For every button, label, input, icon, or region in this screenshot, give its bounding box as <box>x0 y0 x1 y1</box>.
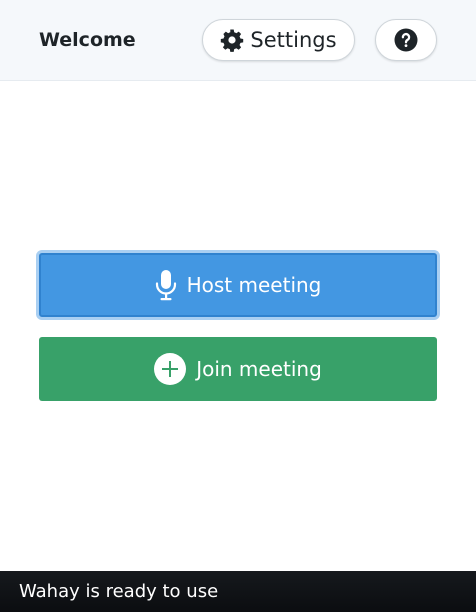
page-title: Welcome <box>39 29 136 51</box>
microphone-icon <box>155 269 177 301</box>
gear-icon <box>220 28 244 52</box>
host-meeting-label: Host meeting <box>186 273 322 297</box>
settings-label: Settings <box>250 28 337 52</box>
status-text: Wahay is ready to use <box>19 581 219 602</box>
help-button[interactable] <box>375 19 437 61</box>
status-bar: Wahay is ready to use <box>0 571 476 612</box>
join-meeting-button[interactable]: Join meeting <box>39 337 437 401</box>
join-meeting-label: Join meeting <box>196 357 322 381</box>
settings-button[interactable]: Settings <box>202 19 355 61</box>
plus-circle-icon <box>154 353 187 385</box>
header-bar: Welcome Settings <box>0 0 476 81</box>
question-circle-icon <box>394 28 418 52</box>
host-meeting-button[interactable]: Host meeting <box>39 253 437 317</box>
